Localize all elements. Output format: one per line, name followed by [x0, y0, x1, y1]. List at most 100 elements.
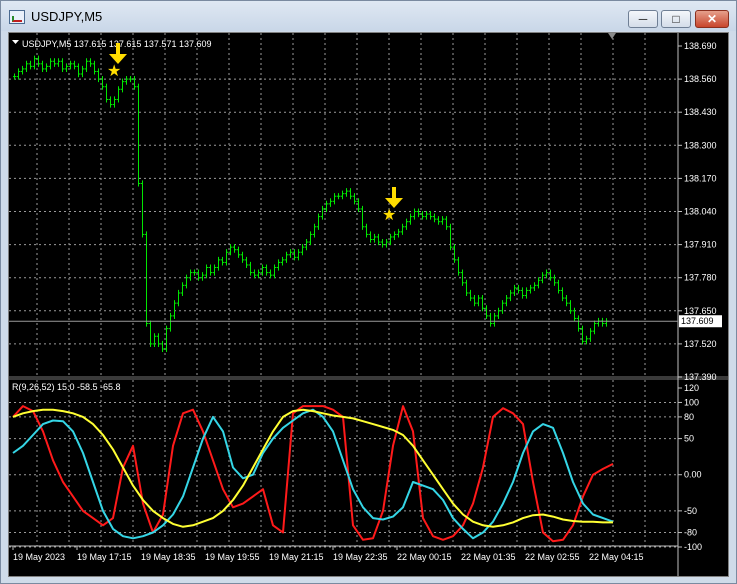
- indicator-tick-label: 50: [684, 434, 694, 444]
- close-button[interactable]: ✕: [695, 10, 729, 28]
- price-bar: [281, 256, 285, 266]
- price-bar: [297, 249, 301, 261]
- indicator-tick-label: 100: [684, 397, 699, 407]
- price-bar: [497, 307, 501, 319]
- indicator-line-1: [12, 405, 614, 543]
- price-bar: [121, 78, 125, 93]
- title-bar[interactable]: USDJPY,M5 ─ □ ✕: [1, 1, 736, 31]
- price-bar: [17, 68, 21, 80]
- price-bar: [53, 58, 57, 67]
- price-bar: [465, 279, 469, 297]
- price-bar: [317, 213, 321, 230]
- price-bar: [177, 289, 181, 307]
- price-bar: [233, 244, 237, 253]
- price-bar: [193, 269, 197, 276]
- price-bar: [481, 295, 485, 312]
- time-tick-label: 19 May 18:35: [141, 552, 196, 562]
- price-bar: [409, 213, 413, 225]
- price-bar: [197, 269, 201, 281]
- price-bar: [593, 320, 597, 335]
- price-bar: [45, 63, 49, 72]
- star-marker-icon: ★: [107, 61, 121, 80]
- minimize-button[interactable]: ─: [628, 10, 658, 28]
- time-tick-label: 19 May 22:35: [333, 552, 388, 562]
- price-bar: [117, 86, 121, 103]
- window-separator[interactable]: [9, 376, 728, 380]
- time-tick-label: 22 May 00:15: [397, 552, 452, 562]
- time-tick-label: 22 May 04:15: [589, 552, 644, 562]
- price-bar: [213, 264, 217, 276]
- indicator-tick-label: 120: [684, 383, 699, 393]
- time-tick-label: 19 May 17:15: [77, 552, 132, 562]
- price-bar: [141, 180, 145, 238]
- chart-area[interactable]: 138.690 138.560 138.430 138.300 138.170 138.0…: [8, 32, 729, 577]
- price-bar: [257, 269, 261, 279]
- price-bar: [389, 233, 393, 246]
- price-bar: [489, 312, 493, 327]
- price-bar: [573, 307, 577, 322]
- price-bar: [365, 223, 369, 238]
- price-bar: [349, 188, 353, 200]
- price-bar: [377, 233, 381, 246]
- price-bar: [69, 60, 73, 70]
- price-bar: [521, 287, 525, 299]
- indicator-tick-label: 80: [684, 412, 694, 422]
- price-bar: [269, 269, 273, 279]
- price-bar: [65, 63, 69, 72]
- maximize-button[interactable]: □: [661, 10, 691, 28]
- indicator-tick-label: 0.00: [684, 470, 702, 480]
- price-bar: [33, 55, 37, 70]
- price-bar: [201, 272, 205, 281]
- price-bar: [57, 58, 61, 67]
- price-bar: [249, 261, 253, 276]
- price-bar: [97, 68, 101, 83]
- price-bar: [545, 269, 549, 279]
- time-tick-label: 22 May 01:35: [461, 552, 516, 562]
- price-bar: [525, 287, 529, 299]
- price-bar: [561, 287, 565, 302]
- price-bar: [341, 190, 345, 200]
- price-bar: [329, 198, 333, 207]
- indicator-series: [12, 405, 614, 543]
- price-bar: [457, 256, 461, 276]
- price-bar: [397, 228, 401, 238]
- price-tick-label: 138.430: [684, 107, 717, 117]
- price-tick-label: 137.650: [684, 306, 717, 316]
- price-bar: [225, 249, 229, 266]
- price-bar: [381, 238, 385, 248]
- price-bar: [513, 284, 517, 297]
- price-bar: [101, 76, 105, 90]
- price-bar: [149, 320, 153, 347]
- price-bar: [185, 274, 189, 289]
- price-bar: [129, 76, 133, 83]
- price-bar: [77, 63, 81, 78]
- price-bar: [113, 96, 117, 108]
- price-bar: [421, 210, 425, 220]
- price-bar: [501, 300, 505, 314]
- price-bar: [605, 318, 609, 327]
- chart-svg[interactable]: 138.690 138.560 138.430 138.300 138.170 138.0…: [9, 33, 728, 576]
- price-bar: [565, 295, 569, 307]
- price-bar: [89, 58, 93, 67]
- price-bar: [529, 284, 533, 294]
- star-marker-icon: ★: [382, 205, 396, 224]
- chart-menu-triangle-icon[interactable]: [12, 40, 19, 44]
- price-bar: [413, 208, 417, 220]
- price-bar: [81, 65, 85, 78]
- price-tick-label: 138.690: [684, 41, 717, 51]
- price-bar: [493, 312, 497, 327]
- price-bar: [577, 315, 581, 332]
- price-bar: [61, 58, 65, 72]
- price-bar: [153, 333, 157, 347]
- price-bar: [277, 259, 281, 271]
- price-bar: [301, 244, 305, 256]
- scroll-shift-marker-icon[interactable]: [608, 33, 616, 39]
- price-bar: [137, 83, 141, 187]
- indicator-tick-label: -80: [684, 528, 697, 538]
- price-bar: [109, 96, 113, 108]
- window-title: USDJPY,M5: [31, 9, 103, 24]
- price-bar: [261, 264, 265, 276]
- price-bar: [217, 256, 221, 271]
- price-bar: [273, 264, 277, 279]
- price-bar: [449, 223, 453, 251]
